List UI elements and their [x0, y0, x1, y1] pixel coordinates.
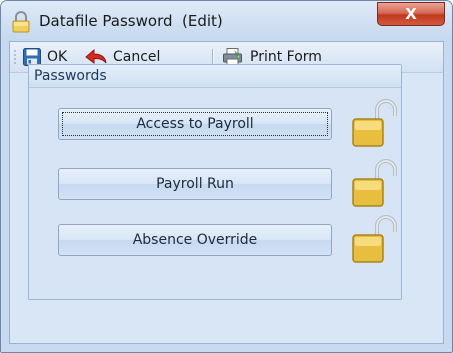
ok-label: OK: [47, 49, 68, 65]
passwords-group: Passwords Access to Payroll Payroll Run: [28, 64, 402, 300]
button-label: Payroll Run: [156, 176, 234, 192]
title-bar[interactable]: Datafile Password (Edit) X: [1, 1, 452, 41]
padlock-app-icon: [12, 11, 30, 33]
absence-override-button[interactable]: Absence Override: [58, 224, 332, 256]
unlocked-padlock-icon[interactable]: [351, 214, 399, 264]
close-icon: X: [405, 5, 417, 23]
group-header: Passwords: [29, 65, 401, 88]
payroll-run-button[interactable]: Payroll Run: [58, 168, 332, 200]
group-content: Access to Payroll Payroll Run Absence Ov…: [29, 88, 401, 299]
window-title: Datafile Password (Edit): [39, 12, 223, 30]
unlocked-padlock-icon[interactable]: [351, 98, 399, 148]
print-form-label: Print Form: [250, 49, 322, 65]
access-to-payroll-button[interactable]: Access to Payroll: [58, 108, 332, 140]
toolbar-grip[interactable]: [14, 49, 16, 65]
unlocked-padlock-icon[interactable]: [351, 158, 399, 208]
group-title: Passwords: [34, 68, 107, 84]
dialog-window: Datafile Password (Edit) X OK Cancel Pri…: [0, 0, 453, 353]
button-label: Absence Override: [132, 232, 258, 248]
toolbar-separator: [212, 49, 214, 65]
cancel-label: Cancel: [113, 49, 161, 65]
close-button[interactable]: X: [377, 2, 445, 26]
button-label: Access to Payroll: [136, 116, 254, 132]
